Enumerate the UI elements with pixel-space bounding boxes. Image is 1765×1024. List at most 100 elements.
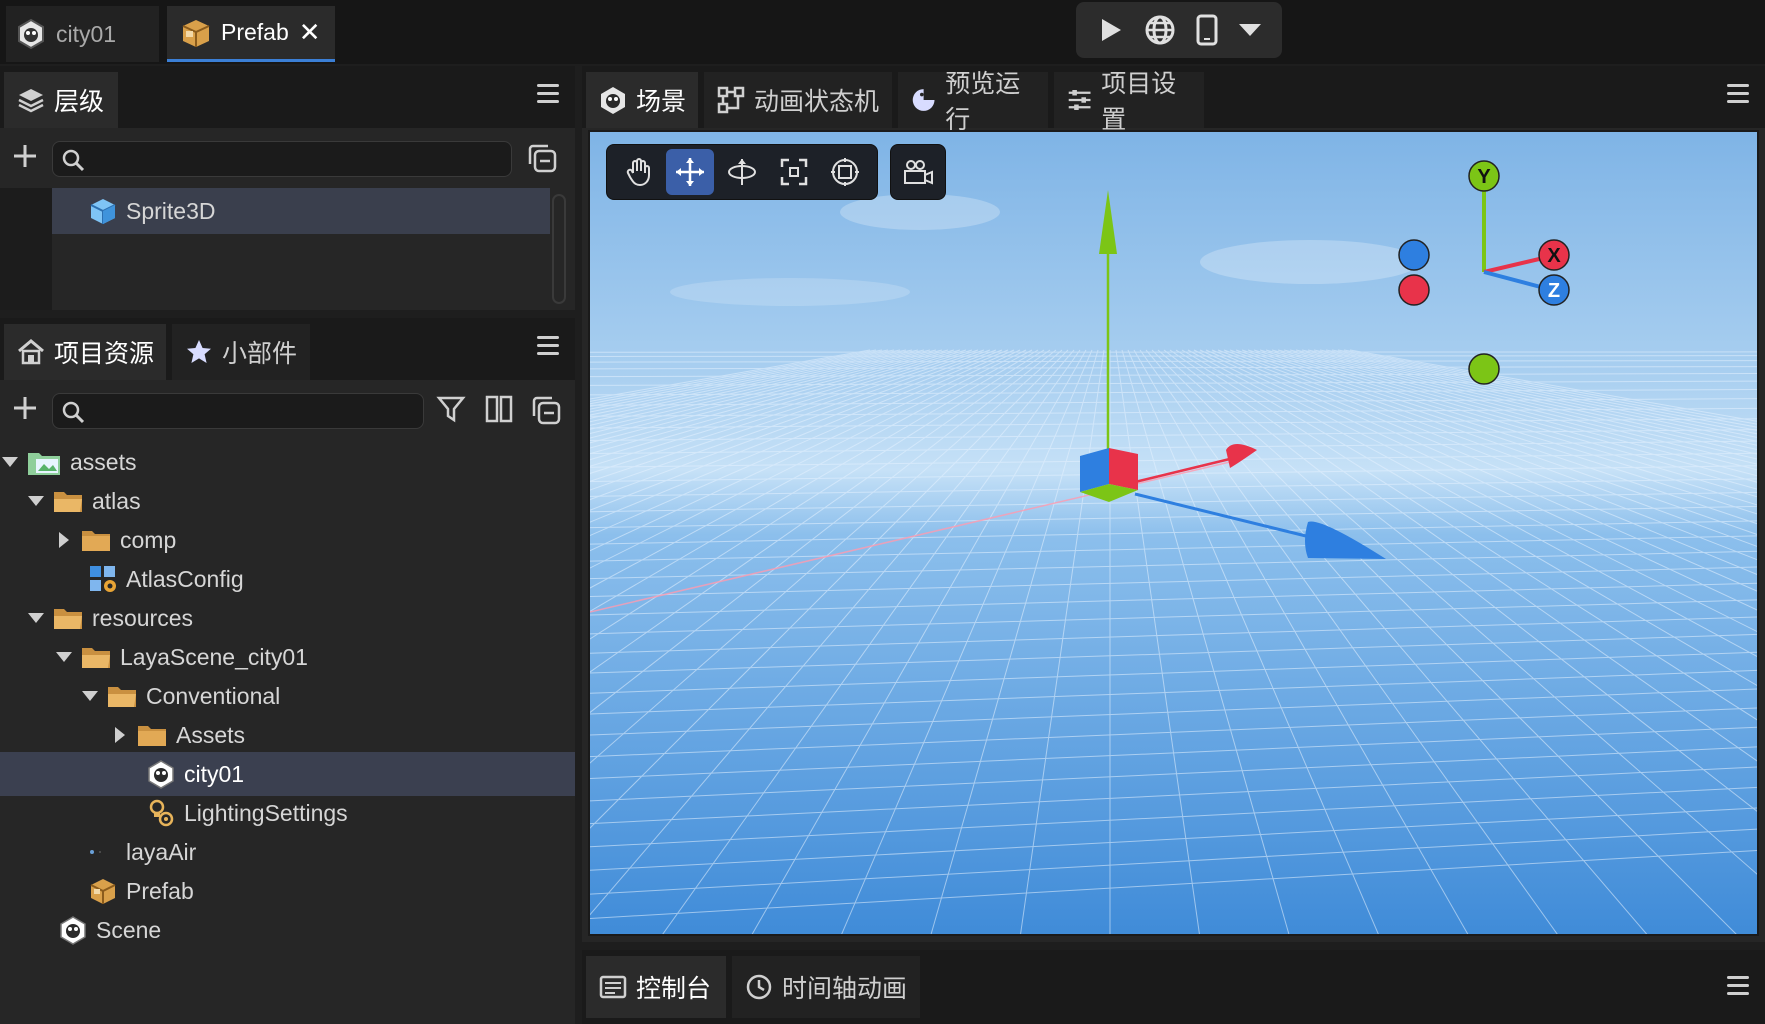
tab-scene[interactable]: 场景 [586, 72, 698, 128]
hierarchy-panel: 层级 Sprite3D [0, 66, 575, 310]
scale-tool-button[interactable] [770, 149, 818, 195]
panel-menu-icon[interactable] [537, 84, 559, 106]
rotate-tool-button[interactable] [718, 149, 766, 195]
expanded-arrow-icon[interactable] [54, 647, 74, 667]
orientation-neg-x-handle[interactable] [1398, 274, 1430, 306]
assets-folder-icon [28, 453, 60, 475]
search-icon [62, 149, 85, 172]
tree-node-label: comp [120, 526, 177, 553]
assets-search-input[interactable] [52, 393, 424, 429]
camera-button[interactable] [894, 149, 942, 195]
collapsed-arrow-icon[interactable] [110, 725, 130, 745]
tree-node-scene[interactable]: Scene [0, 908, 575, 952]
lighting-settings-icon [149, 799, 174, 827]
doc-tab-label: Prefab [221, 19, 289, 45]
tab-project-settings[interactable]: 项目设置 [1054, 70, 1204, 134]
hierarchy-gutter [0, 188, 52, 310]
clock-icon [746, 974, 772, 1000]
document-tab-bar: city01 Prefab ✕ [0, 0, 1765, 64]
doc-tab-city01[interactable]: city01 [6, 6, 159, 62]
hierarchy-toolbar [0, 128, 575, 188]
move-tool-button[interactable] [666, 149, 715, 195]
orientation-z-label: Z [1548, 280, 1560, 302]
folder-open-icon [108, 687, 136, 707]
expanded-arrow-icon[interactable] [80, 686, 100, 706]
tree-node-label: layaAir [126, 838, 197, 865]
scale-icon [780, 158, 807, 186]
rect-icon [831, 158, 860, 186]
hierarchy-scrollbar[interactable] [552, 194, 566, 304]
scene-render[interactable]: Y X Z [590, 132, 1759, 936]
camera-toolbar [890, 144, 946, 200]
state-machine-icon [717, 86, 745, 114]
tree-node-comp[interactable]: comp [0, 518, 575, 562]
hierarchy-header: 层级 [0, 66, 575, 128]
preview-icon [912, 89, 935, 111]
orientation-neg-z-handle[interactable] [1398, 239, 1430, 271]
tree-node-label: resources [92, 604, 193, 631]
hierarchy-item-sprite3d[interactable]: Sprite3D [52, 188, 550, 234]
tab-label: 预览运行 [945, 70, 1021, 134]
expanded-arrow-icon[interactable] [26, 608, 46, 628]
tree-node-resources[interactable]: resources [0, 596, 575, 640]
split-view-icon[interactable] [484, 394, 514, 424]
add-icon[interactable] [11, 142, 39, 170]
rect-tool-button[interactable] [821, 149, 869, 195]
hand-icon [626, 158, 650, 187]
assets-header: 项目资源 小部件 [0, 318, 575, 380]
panel-menu-icon[interactable] [1727, 84, 1749, 106]
tree-node-city01[interactable]: city01 [0, 752, 575, 796]
chevron-down-icon[interactable] [1237, 20, 1263, 40]
orientation-neg-y-handle[interactable] [1468, 353, 1500, 385]
rotate-icon [727, 159, 756, 185]
console-panel: 控制台 时间轴动画 [582, 950, 1765, 1024]
prefab-box-icon [182, 19, 210, 47]
gizmo-plane-xy[interactable] [1109, 448, 1138, 490]
tab-widgets[interactable]: 小部件 [172, 324, 310, 380]
tree-node-label: atlas [92, 487, 141, 514]
scene-icon [60, 916, 86, 945]
tab-timeline-animation[interactable]: 时间轴动画 [732, 956, 920, 1018]
tree-node-conventional[interactable]: Conventional [0, 674, 575, 718]
tab-preview-run[interactable]: 预览运行 [898, 70, 1048, 134]
scene-header: 场景 动画状态机 预览运行 项目设置 [582, 66, 1765, 134]
hand-tool-button[interactable] [615, 149, 663, 195]
collapse-all-icon[interactable] [530, 394, 562, 426]
folder-open-icon [54, 609, 82, 629]
doc-tab-label: city01 [56, 20, 117, 47]
add-icon[interactable] [11, 394, 39, 422]
tree-node-lightingsettings[interactable]: LightingSettings [0, 791, 575, 835]
tab-state-machine[interactable]: 动画状态机 [704, 72, 892, 128]
console-header: 控制台 时间轴动画 [582, 950, 1765, 1024]
scene-icon [148, 760, 174, 789]
tree-node-assets-sub[interactable]: Assets [0, 713, 575, 757]
tree-node-prefab[interactable]: Prefab [0, 869, 575, 913]
collapsed-arrow-icon[interactable] [54, 530, 74, 550]
tab-project-assets[interactable]: 项目资源 [4, 324, 166, 380]
panel-menu-icon[interactable] [537, 336, 559, 358]
play-icon[interactable] [1095, 15, 1125, 45]
tree-node-label: LayaScene_city01 [120, 643, 308, 670]
tree-node-label: Scene [96, 916, 162, 943]
tree-node-atlas[interactable]: atlas [0, 479, 575, 523]
panel-menu-icon[interactable] [1727, 976, 1749, 998]
filter-icon[interactable] [436, 394, 466, 424]
tree-node-layaair[interactable]: layaAir [0, 830, 575, 874]
tab-console[interactable]: 控制台 [586, 956, 726, 1018]
tab-hierarchy[interactable]: 层级 [4, 72, 118, 128]
expanded-arrow-icon[interactable] [0, 452, 20, 472]
expanded-arrow-icon[interactable] [26, 491, 46, 511]
collapse-all-icon[interactable] [526, 142, 558, 174]
scene-panel: 场景 动画状态机 预览运行 项目设置 Y X Z [582, 66, 1765, 942]
tree-node-label: city01 [184, 760, 245, 787]
scene-viewport[interactable]: Y X Z [588, 130, 1759, 936]
hierarchy-search-input[interactable] [52, 141, 512, 177]
tree-node-layascene-city01[interactable]: LayaScene_city01 [0, 635, 575, 679]
file-dot-icon [90, 850, 101, 854]
doc-tab-prefab[interactable]: Prefab ✕ [167, 6, 335, 62]
phone-icon[interactable] [1195, 14, 1219, 46]
tree-node-assets[interactable]: assets [0, 440, 575, 484]
globe-icon[interactable] [1143, 13, 1177, 47]
tree-node-atlasconfig[interactable]: AtlasConfig [0, 557, 575, 601]
close-icon[interactable]: ✕ [299, 17, 321, 48]
